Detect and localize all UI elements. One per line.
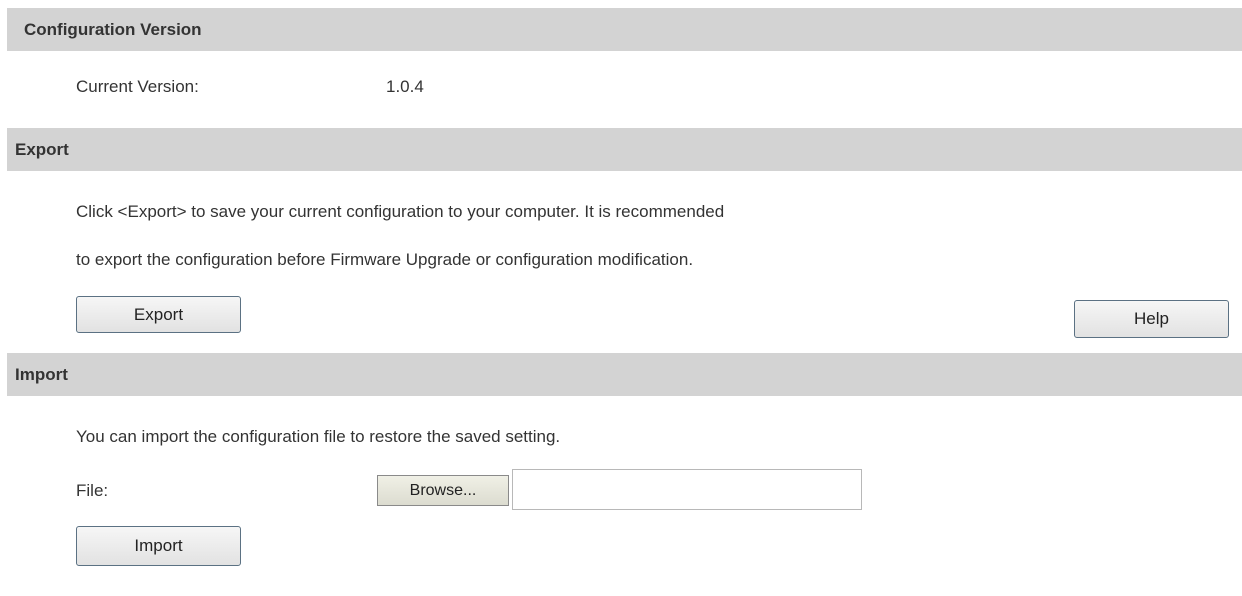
import-button[interactable]: Import xyxy=(76,526,241,566)
current-version-label: Current Version: xyxy=(76,77,199,96)
export-description-line1: Click <Export> to save your current conf… xyxy=(76,202,725,221)
browse-button[interactable]: Browse... xyxy=(377,475,509,506)
config-version-header: Configuration Version xyxy=(7,8,1242,51)
help-button[interactable]: Help xyxy=(1074,300,1229,338)
export-header: Export xyxy=(7,128,1242,171)
import-header: Import xyxy=(7,353,1242,396)
current-version-value: 1.0.4 xyxy=(386,77,424,96)
file-label: File: xyxy=(76,481,109,500)
export-button[interactable]: Export xyxy=(76,296,241,333)
export-description-line2: to export the configuration before Firmw… xyxy=(76,250,694,269)
import-description: You can import the configuration file to… xyxy=(76,427,561,446)
file-path-input[interactable] xyxy=(512,469,862,510)
